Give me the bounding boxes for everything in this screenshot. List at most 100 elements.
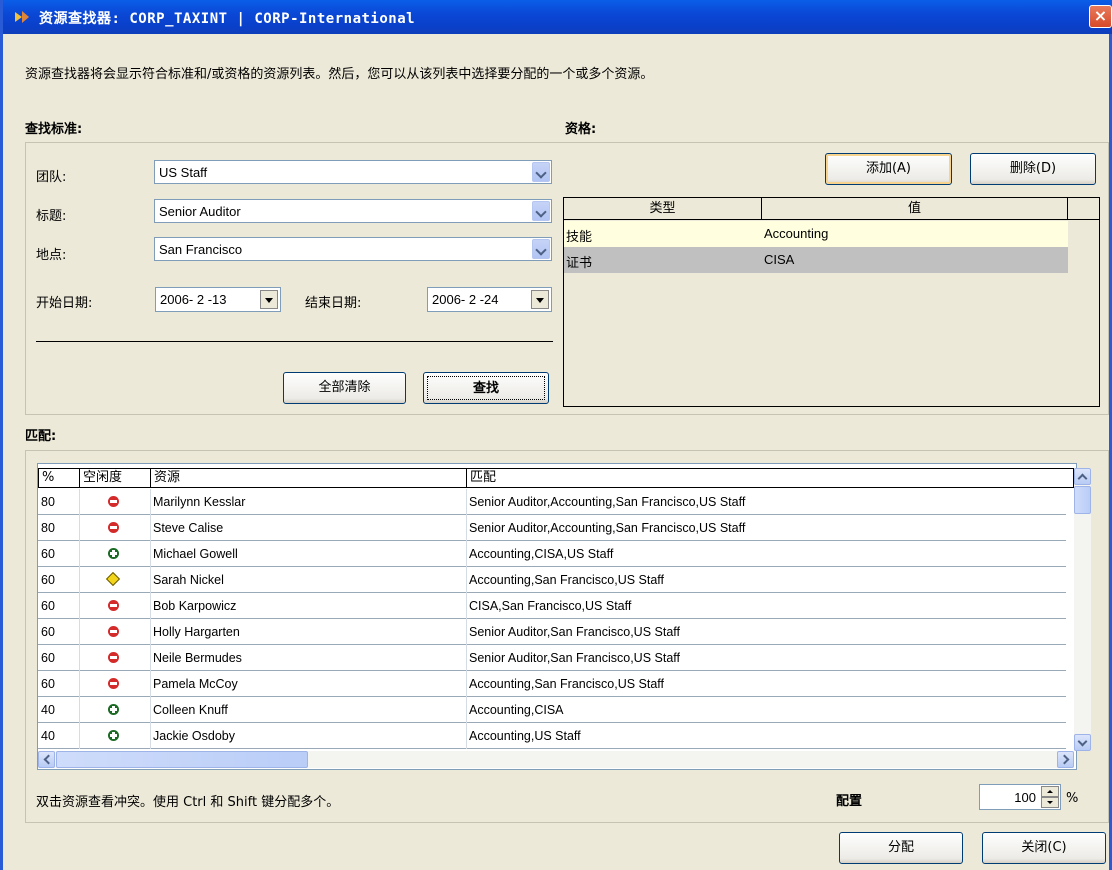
start-date-value: 2006- 2 -13 xyxy=(160,292,227,307)
table-row[interactable]: 80 Marilynn Kesslar Senior Auditor,Account… xyxy=(38,489,1066,515)
location-combo[interactable]: San Francisco xyxy=(154,237,552,261)
dropdown-arrow-icon[interactable] xyxy=(531,290,549,309)
title-value: Senior Auditor xyxy=(159,204,241,219)
match-percent: 40 xyxy=(41,703,55,717)
window-title: 资源查找器: CORP_TAXINT | CORP-International xyxy=(39,11,416,27)
end-date-picker[interactable]: 2006- 2 -24 xyxy=(427,287,552,312)
allocation-spinner[interactable]: 100 xyxy=(979,784,1061,810)
chevron-down-icon[interactable] xyxy=(532,201,550,221)
vertical-scrollbar[interactable] xyxy=(1074,468,1091,751)
column-divider xyxy=(150,541,151,567)
close-window-button[interactable]: × xyxy=(1089,5,1112,28)
find-button-label: 查找 xyxy=(427,376,545,400)
hint-text: 双击资源查看冲突。使用 Ctrl 和 Shift 键分配多个。 xyxy=(36,795,340,810)
table-row[interactable]: 60 Pamela McCoy Accounting,San Francisco,U… xyxy=(38,671,1066,697)
col-resource[interactable]: 资源 xyxy=(150,468,467,488)
busy-status-icon xyxy=(108,626,119,637)
criteria-heading: 查找标准: xyxy=(25,122,83,137)
scroll-up-icon[interactable] xyxy=(1074,468,1091,485)
scroll-right-icon[interactable] xyxy=(1057,751,1074,768)
column-divider xyxy=(466,697,467,723)
match-percent: 60 xyxy=(41,651,55,665)
spin-down-icon[interactable] xyxy=(1041,797,1059,808)
clear-all-button[interactable]: 全部清除 xyxy=(283,372,406,404)
qual-type: 证书 xyxy=(566,256,593,271)
table-row[interactable]: 60 Holly Hargarten Senior Auditor,San Fran… xyxy=(38,619,1066,645)
resource-name: Colleen Knuff xyxy=(153,703,228,717)
find-button[interactable]: 查找 xyxy=(423,372,549,404)
match-percent: 60 xyxy=(41,599,55,613)
add-qualification-button[interactable]: 添加(A) xyxy=(825,153,952,185)
qual-row[interactable]: 技能 Accounting xyxy=(564,221,1068,247)
col-match[interactable]: 匹配 xyxy=(466,468,1074,488)
column-divider xyxy=(466,515,467,541)
resource-name: Pamela McCoy xyxy=(153,677,238,691)
table-row[interactable]: 80 Steve Calise Senior Auditor,Accounting,… xyxy=(38,515,1066,541)
title-label: 标题: xyxy=(36,209,67,224)
col-availability[interactable]: 空闲度 xyxy=(79,468,151,488)
qual-col-value[interactable]: 值 xyxy=(762,198,1068,220)
resource-name: Jackie Osdoby xyxy=(153,729,235,743)
column-divider xyxy=(150,697,151,723)
qual-col-type[interactable]: 类型 xyxy=(564,198,762,220)
delete-qualification-button[interactable]: 删除(D) xyxy=(970,153,1096,185)
assign-button[interactable]: 分配 xyxy=(839,832,963,864)
start-date-label: 开始日期: xyxy=(36,296,93,311)
qualifications-heading: 资格: xyxy=(565,122,597,137)
table-row[interactable]: 60 Bob Karpowicz CISA,San Francisco,US Sta… xyxy=(38,593,1066,619)
match-criteria: Senior Auditor,San Francisco,US Staff xyxy=(469,625,680,639)
column-divider xyxy=(466,489,467,515)
app-icon xyxy=(15,11,29,23)
match-percent: 60 xyxy=(41,547,55,561)
qual-row[interactable]: 证书 CISA xyxy=(564,247,1068,273)
chevron-down-icon[interactable] xyxy=(532,162,550,182)
vertical-scroll-thumb[interactable] xyxy=(1074,486,1091,514)
horizontal-scrollbar[interactable] xyxy=(38,751,1074,768)
scroll-left-icon[interactable] xyxy=(38,751,55,768)
team-combo[interactable]: US Staff xyxy=(154,160,552,184)
match-percent: 60 xyxy=(41,677,55,691)
table-row[interactable]: 40 Colleen Knuff Accounting,CISA xyxy=(38,697,1066,723)
resource-name: Sarah Nickel xyxy=(153,573,224,587)
table-row[interactable]: 40 Jackie Osdoby Accounting,US Staff xyxy=(38,723,1066,749)
column-divider xyxy=(79,541,80,567)
busy-status-icon xyxy=(108,652,119,663)
table-row[interactable]: 60 Neile Bermudes Senior Auditor,San Franc… xyxy=(38,645,1066,671)
spin-up-icon[interactable] xyxy=(1041,786,1059,797)
close-button[interactable]: 关闭(C) xyxy=(982,832,1106,864)
qual-value: Accounting xyxy=(764,226,829,241)
scroll-down-icon[interactable] xyxy=(1074,734,1091,751)
column-divider xyxy=(79,619,80,645)
match-criteria: Accounting,San Francisco,US Staff xyxy=(469,573,665,587)
team-value: US Staff xyxy=(159,165,208,180)
dropdown-arrow-icon[interactable] xyxy=(260,290,278,309)
match-criteria: Senior Auditor,Accounting,San Francisco,… xyxy=(469,495,746,509)
chevron-down-icon[interactable] xyxy=(532,239,550,259)
match-percent: 40 xyxy=(41,729,55,743)
table-row[interactable]: 60 Michael Gowell Accounting,CISA,US Staff xyxy=(38,541,1066,567)
team-label: 团队: xyxy=(36,170,67,185)
resource-name: Holly Hargarten xyxy=(153,625,240,639)
table-row[interactable]: 60 Sarah Nickel Accounting,San Francisco,U… xyxy=(38,567,1066,593)
match-criteria: Accounting,San Francisco,US Staff xyxy=(469,677,665,691)
column-divider xyxy=(466,645,467,671)
column-divider xyxy=(150,671,151,697)
allocation-unit: % xyxy=(1066,791,1079,806)
resource-name: Marilynn Kesslar xyxy=(153,495,246,509)
column-divider xyxy=(79,567,80,593)
criteria-divider xyxy=(36,341,553,342)
matches-heading: 匹配: xyxy=(25,429,57,444)
col-percent[interactable]: % xyxy=(38,468,80,488)
title-combo[interactable]: Senior Auditor xyxy=(154,199,552,223)
column-divider xyxy=(466,593,467,619)
column-divider xyxy=(150,645,151,671)
column-divider xyxy=(79,645,80,671)
column-divider xyxy=(150,619,151,645)
column-divider xyxy=(466,619,467,645)
partial-status-icon xyxy=(105,571,121,587)
column-divider xyxy=(150,723,151,749)
title-bar: 资源查找器: CORP_TAXINT | CORP-International … xyxy=(3,0,1112,34)
column-divider xyxy=(466,723,467,749)
horizontal-scroll-thumb[interactable] xyxy=(56,751,308,768)
start-date-picker[interactable]: 2006- 2 -13 xyxy=(155,287,281,312)
